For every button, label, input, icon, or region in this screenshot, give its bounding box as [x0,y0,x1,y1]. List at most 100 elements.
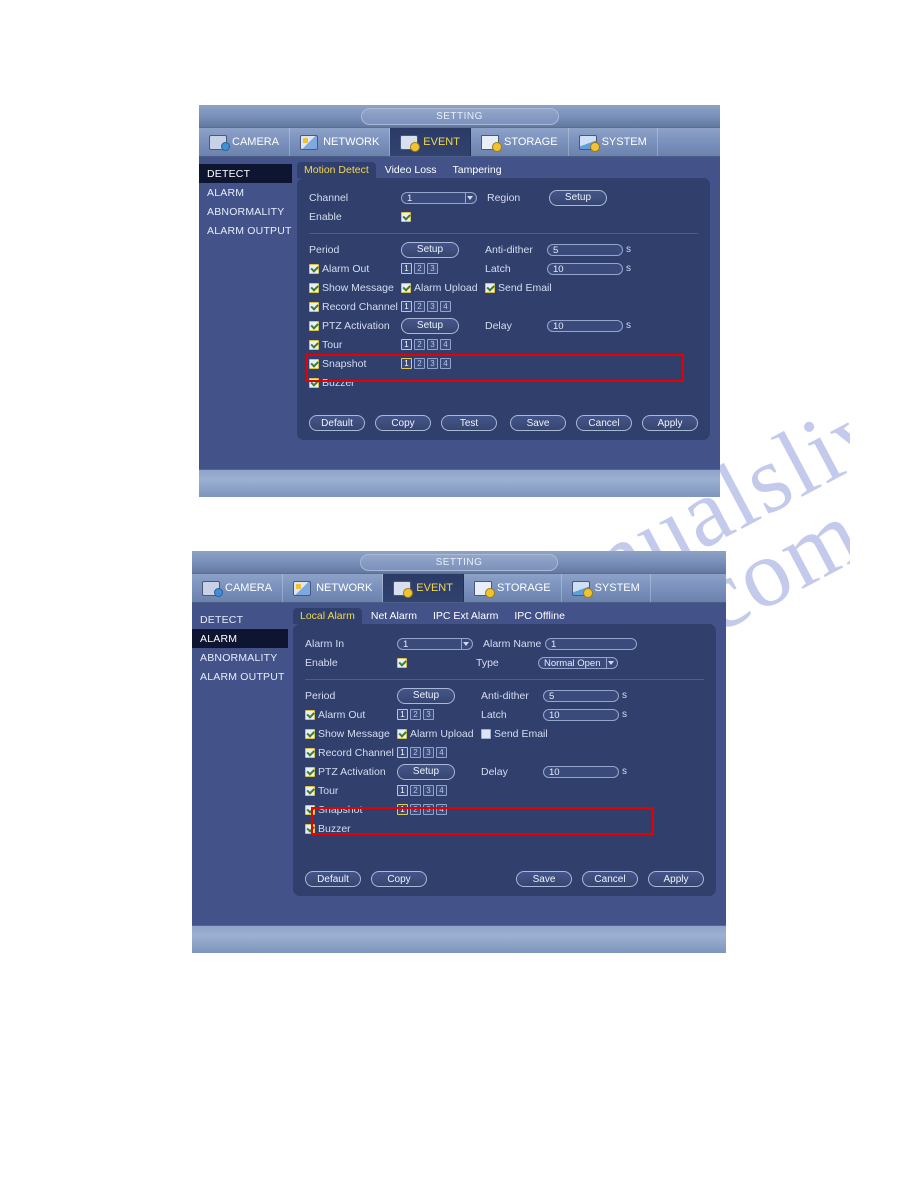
record-channel-1[interactable]: 1 [401,301,412,312]
sidebar-item-alarm-output-2[interactable]: ALARM OUTPUT [192,667,288,686]
buzzer-checkbox-2[interactable] [305,823,315,834]
record-channel-4[interactable]: 4 [440,301,451,312]
tour-channel-1-2[interactable]: 1 [397,785,408,796]
test-button[interactable]: Test [441,415,497,431]
record-channel-4-2[interactable]: 4 [436,747,447,758]
copy-button-2[interactable]: Copy [371,871,427,887]
sidebar-item-alarm-2[interactable]: ALARM [192,629,288,648]
tab-camera-2[interactable]: CAMERA [192,574,284,602]
record-channel-checkbox-wrap[interactable]: Record Channel [309,301,401,313]
sidebar-item-alarm[interactable]: ALARM [199,183,292,202]
snapshot-checkbox-wrap[interactable]: Snapshot [309,358,401,370]
alarm-out-channel-2-2[interactable]: 2 [410,709,421,720]
sidebar-item-abnormality[interactable]: ABNORMALITY [199,202,292,221]
tab-network-2[interactable]: NETWORK [283,574,384,602]
tour-channel-4[interactable]: 4 [440,339,451,350]
tab-system-2[interactable]: SYSTEM [562,574,651,602]
save-button-2[interactable]: Save [516,871,572,887]
tour-checkbox-wrap[interactable]: Tour [309,339,401,351]
record-channel-3[interactable]: 3 [427,301,438,312]
enable-checkbox-2[interactable] [397,657,407,668]
alarm-name-input[interactable]: 1 [545,637,637,650]
snapshot-checkbox-wrap-2[interactable]: Snapshot [305,804,397,816]
period-setup-button-2[interactable]: Setup [397,687,455,704]
alarm-out-channel-3[interactable]: 3 [427,263,438,274]
buzzer-checkbox[interactable] [309,377,319,388]
tab-camera[interactable]: CAMERA [199,128,291,156]
send-email-checkbox[interactable] [485,282,495,293]
period-setup-button[interactable]: Setup [401,241,459,258]
tour-checkbox[interactable] [309,339,319,350]
snapshot-channel-2[interactable]: 2 [414,358,425,369]
record-channel-1-2[interactable]: 1 [397,747,408,758]
region-setup-button[interactable]: Setup [549,189,607,206]
alarm-out-checkbox[interactable] [309,263,319,274]
tour-channel-3[interactable]: 3 [427,339,438,350]
tab-event[interactable]: EVENT [390,128,471,156]
copy-button[interactable]: Copy [375,415,431,431]
apply-button[interactable]: Apply [642,415,698,431]
ptz-checkbox-wrap-2[interactable]: PTZ Activation [305,766,397,778]
alarm-out-checkbox-wrap-2[interactable]: Alarm Out [305,709,397,721]
record-channel-checkbox-wrap-2[interactable]: Record Channel [305,747,397,759]
tab-storage[interactable]: STORAGE [471,128,569,156]
ptz-setup-button-2[interactable]: Setup [397,763,455,780]
delay-input-2[interactable]: 10 [543,765,619,778]
show-message-checkbox-wrap-2[interactable]: Show Message [305,728,397,740]
sidebar-item-detect-2[interactable]: DETECT [192,610,288,629]
record-channel-checkbox-2[interactable] [305,747,315,758]
latch-input-2[interactable]: 10 [543,708,619,721]
tour-channel-2-2[interactable]: 2 [410,785,421,796]
latch-input[interactable]: 10 [547,262,623,275]
record-channel-checkbox[interactable] [309,301,319,312]
alarm-upload-checkbox-wrap[interactable]: Alarm Upload [401,282,485,294]
snapshot-checkbox[interactable] [309,358,319,369]
alarm-out-channel-1-2[interactable]: 1 [397,709,408,720]
tab-system[interactable]: SYSTEM [569,128,658,156]
subtab-ipc-ext-alarm[interactable]: IPC Ext Alarm [426,608,505,625]
apply-button-2[interactable]: Apply [648,871,704,887]
tour-checkbox-2[interactable] [305,785,315,796]
subtab-tampering[interactable]: Tampering [446,162,509,179]
record-channel-2-2[interactable]: 2 [410,747,421,758]
alarm-in-select[interactable]: 1 [397,637,473,650]
default-button-2[interactable]: Default [305,871,361,887]
subtab-video-loss[interactable]: Video Loss [378,162,444,179]
snapshot-channel-3[interactable]: 3 [427,358,438,369]
snapshot-channel-1-2[interactable]: 1 [397,804,408,815]
snapshot-channel-4-2[interactable]: 4 [436,804,447,815]
tab-event-2[interactable]: EVENT [383,574,464,602]
alarm-upload-checkbox[interactable] [401,282,411,293]
default-button[interactable]: Default [309,415,365,431]
tab-storage-2[interactable]: STORAGE [464,574,562,602]
cancel-button[interactable]: Cancel [576,415,632,431]
snapshot-channel-2-2[interactable]: 2 [410,804,421,815]
subtab-net-alarm[interactable]: Net Alarm [364,608,424,625]
snapshot-channel-1[interactable]: 1 [401,358,412,369]
alarm-out-checkbox-wrap[interactable]: Alarm Out [309,263,401,275]
alarm-out-channel-2[interactable]: 2 [414,263,425,274]
sidebar-item-alarm-output[interactable]: ALARM OUTPUT [199,221,292,240]
buzzer-checkbox-wrap[interactable]: Buzzer [309,377,401,389]
tour-checkbox-wrap-2[interactable]: Tour [305,785,397,797]
alarm-upload-checkbox-2[interactable] [397,728,407,739]
type-select[interactable]: Normal Open [538,656,618,669]
alarm-out-channel-1[interactable]: 1 [401,263,412,274]
sidebar-item-detect[interactable]: DETECT [199,164,292,183]
channel-select[interactable]: 1 [401,191,477,204]
ptz-setup-button[interactable]: Setup [401,317,459,334]
send-email-checkbox-2[interactable] [481,728,491,739]
tour-channel-4-2[interactable]: 4 [436,785,447,796]
buzzer-checkbox-wrap-2[interactable]: Buzzer [305,823,397,835]
subtab-ipc-offline[interactable]: IPC Offline [507,608,572,625]
show-message-checkbox[interactable] [309,282,319,293]
record-channel-3-2[interactable]: 3 [423,747,434,758]
sidebar-item-abnormality-2[interactable]: ABNORMALITY [192,648,288,667]
enable-checkbox[interactable] [401,211,411,222]
ptz-checkbox-wrap[interactable]: PTZ Activation [309,320,401,332]
cancel-button-2[interactable]: Cancel [582,871,638,887]
delay-input[interactable]: 10 [547,319,623,332]
alarm-out-checkbox-2[interactable] [305,709,315,720]
save-button[interactable]: Save [510,415,566,431]
tour-channel-1[interactable]: 1 [401,339,412,350]
